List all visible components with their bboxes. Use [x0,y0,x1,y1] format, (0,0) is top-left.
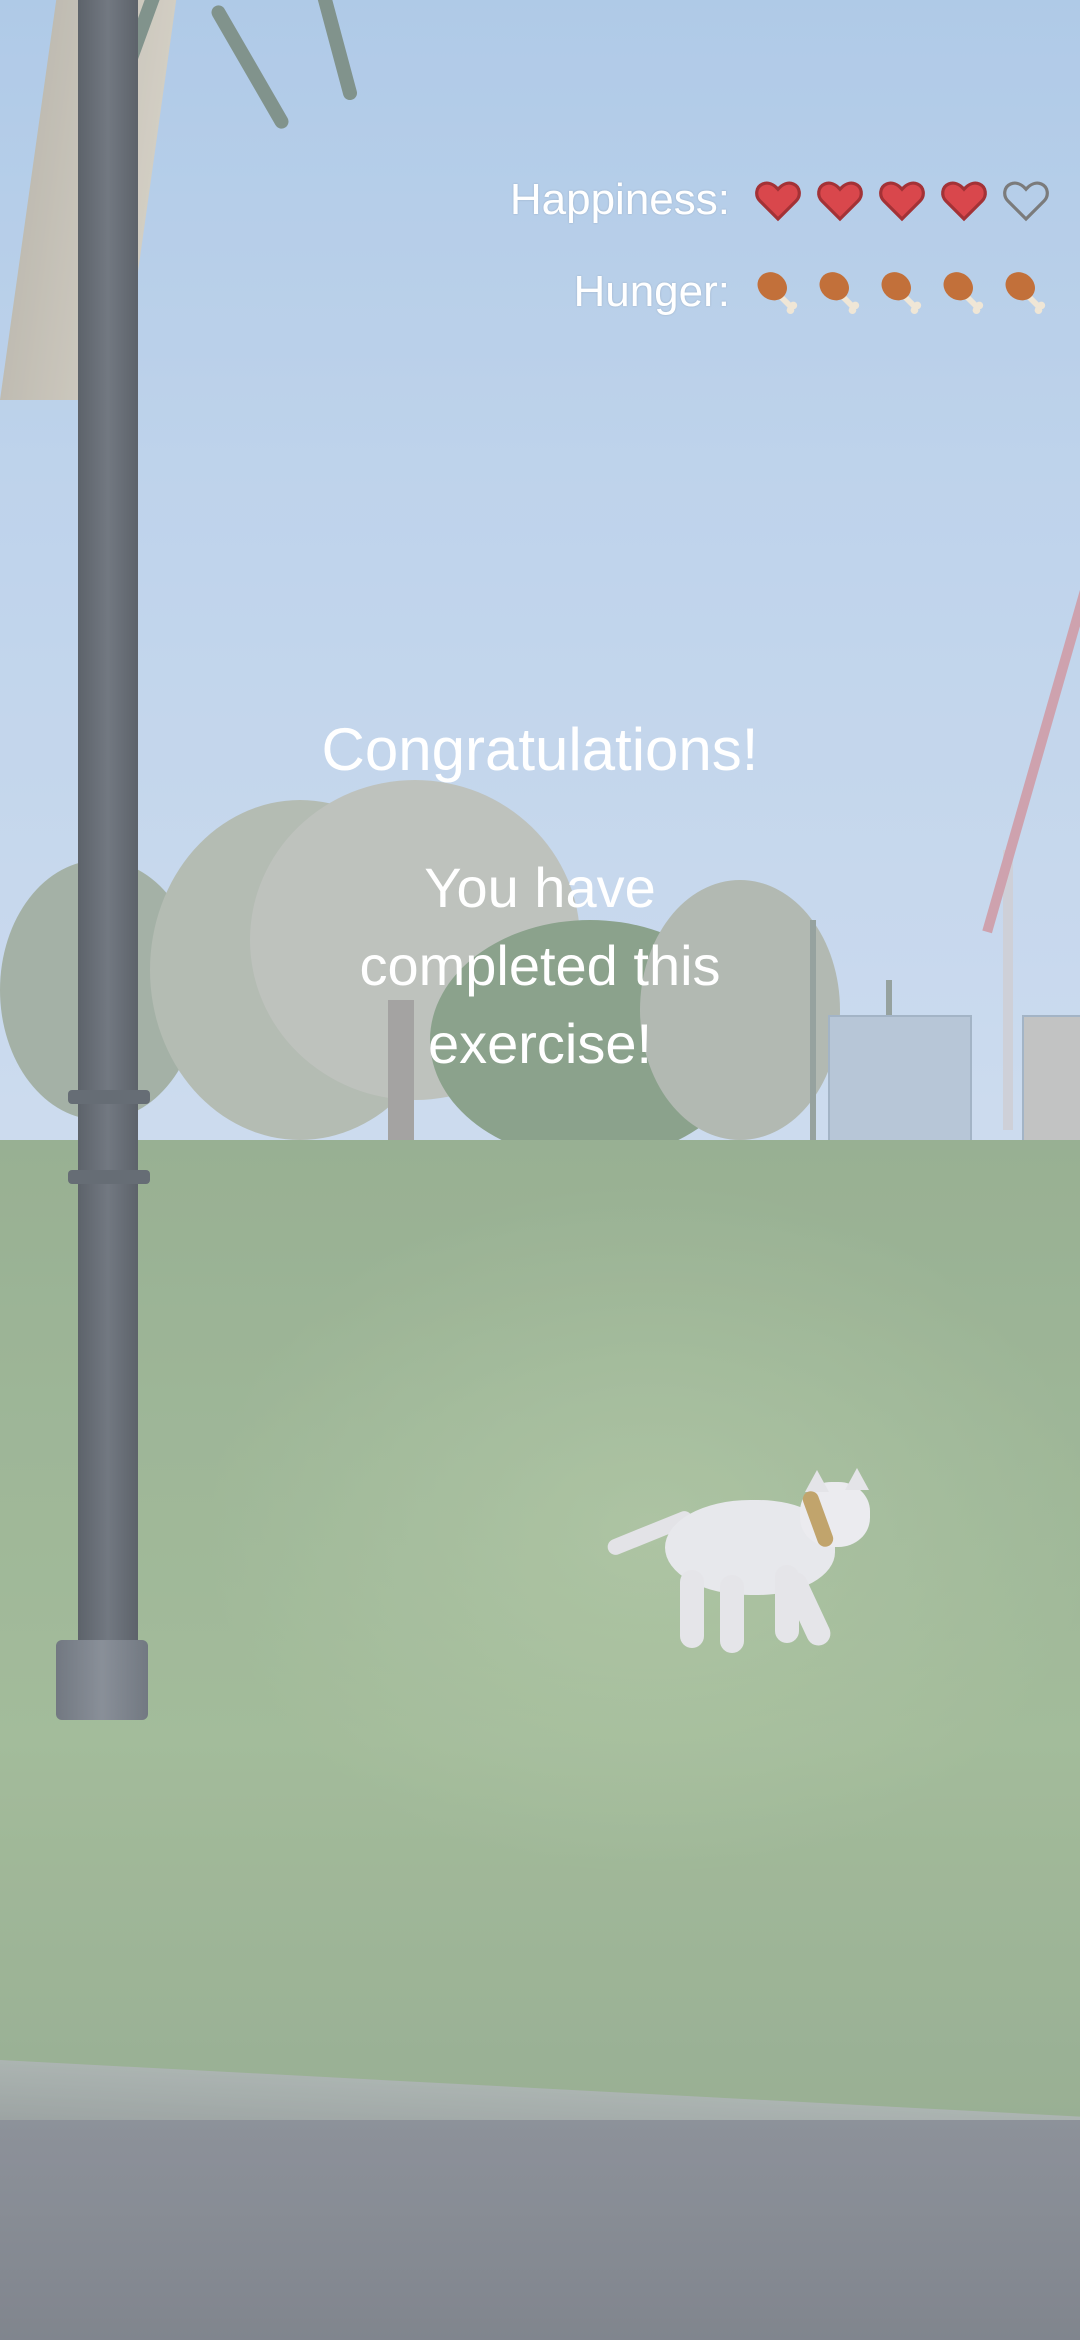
drumstick-icon [943,272,984,315]
hunger-row: Hunger: [350,262,1050,322]
heart-empty-icon [1003,181,1049,222]
completion-message: Congratulations! You have completed this… [240,715,840,1083]
happiness-row: Happiness: [350,170,1050,230]
heart-filled-icon [879,181,925,222]
message-title: Congratulations! [321,716,759,783]
happiness-label: Happiness: [509,175,730,224]
heart-filled-icon [755,181,801,222]
drumstick-icon [881,272,922,315]
happiness-meter [754,177,1050,223]
pet-status-hud: Happiness: Hunger: [350,170,1050,354]
heart-filled-icon [941,181,987,222]
hunger-meter [754,269,1050,315]
ar-pet-screen: Happiness: Hunger: Congratulations! You … [0,0,1080,2340]
drumstick-icon [757,272,798,315]
drumstick-icon [1005,272,1046,315]
drumstick-icon [819,272,860,315]
heart-filled-icon [817,181,863,222]
message-body: You have completed this exercise! [359,856,721,1075]
hunger-label: Hunger: [573,267,730,316]
